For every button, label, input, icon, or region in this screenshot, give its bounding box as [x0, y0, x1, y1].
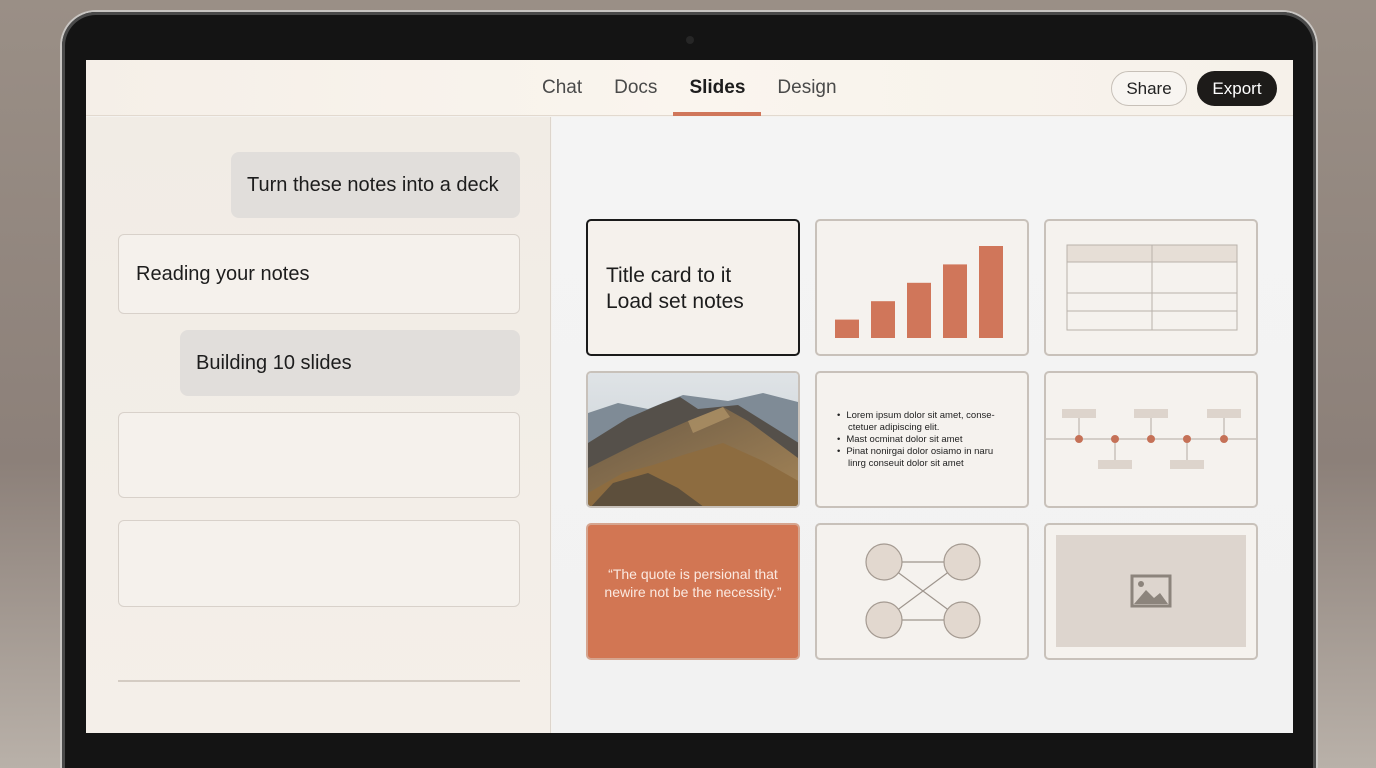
- user-message: Turn these notes into a deck: [231, 152, 520, 218]
- user-message: Building 10 slides: [180, 330, 520, 396]
- slide-thumbnail-table[interactable]: [1044, 219, 1258, 356]
- bullet-item-continuation: ctetuer adipiscing elit.: [848, 422, 940, 433]
- bar-chart-graphic: [835, 246, 1003, 338]
- bullet-item: Pinat nonirgai dolor osiamo in naru: [837, 446, 995, 458]
- bullet-list: Lorem ipsum dolor sit amet, conse- ctetu…: [837, 410, 995, 470]
- slide-thumbnail-image-placeholder[interactable]: [1044, 523, 1258, 660]
- chat-divider: [118, 680, 520, 682]
- slide-thumbnail-bar-chart[interactable]: [815, 219, 1029, 356]
- tab-bar: Chat Docs Slides Design: [526, 60, 853, 116]
- assistant-message-placeholder: [118, 520, 520, 607]
- slide-title-text: Title card to it Load set notes: [606, 263, 744, 315]
- tab-design[interactable]: Design: [761, 60, 852, 116]
- bar-chart-bar: [871, 301, 895, 338]
- bar-chart-bar: [979, 246, 1003, 338]
- slide-thumbnail-title[interactable]: Title card to it Load set notes: [586, 219, 800, 356]
- slide-thumbnail-quote[interactable]: “The quote is persional that newire not …: [586, 523, 800, 660]
- chat-panel: Turn these notes into a deck Reading you…: [86, 117, 551, 733]
- camera: [686, 36, 694, 44]
- timeline-graphic: [1046, 409, 1256, 469]
- assistant-message: Reading your notes: [118, 234, 520, 314]
- bar-chart-bar: [835, 319, 859, 338]
- tab-slides[interactable]: Slides: [673, 60, 762, 116]
- bar-chart-bar: [907, 282, 931, 338]
- top-bar: Chat Docs Slides Design Share Export: [86, 60, 1293, 116]
- tab-docs[interactable]: Docs: [598, 60, 673, 116]
- slide-subtitle-line: Load set notes: [606, 290, 744, 313]
- bullet-item-continuation: linrg conseuit dolor sit amet: [848, 458, 964, 469]
- bullet-item: Lorem ipsum dolor sit amet, conse-: [837, 410, 994, 422]
- network-diagram-graphic: [865, 543, 981, 639]
- slides-grid: Title card to it Load set notes • Lorem …: [552, 117, 1293, 733]
- bullet-item: Mast ocminat dolor sit amet: [837, 434, 995, 446]
- bar-chart-bar: [943, 264, 967, 338]
- tab-chat[interactable]: Chat: [526, 60, 598, 116]
- slide-thumbnail-photo[interactable]: [586, 371, 800, 508]
- table-graphic: [1066, 244, 1238, 331]
- image-icon: [1130, 574, 1172, 608]
- quote-text: “The quote is persional that newire not …: [604, 566, 782, 600]
- slide-thumbnail-bullets[interactable]: Lorem ipsum dolor sit amet, conse- ctetu…: [815, 371, 1029, 508]
- export-button[interactable]: Export: [1197, 71, 1277, 106]
- share-button[interactable]: Share: [1111, 71, 1187, 106]
- app-screen: Chat Docs Slides Design Share Export Tur…: [86, 60, 1293, 733]
- slide-thumbnail-timeline[interactable]: [1044, 371, 1258, 508]
- slide-thumbnail-diagram[interactable]: [815, 523, 1029, 660]
- slide-title-line: Title card to it: [606, 264, 732, 287]
- assistant-message-placeholder: [118, 412, 520, 498]
- mountain-photo: [588, 373, 798, 506]
